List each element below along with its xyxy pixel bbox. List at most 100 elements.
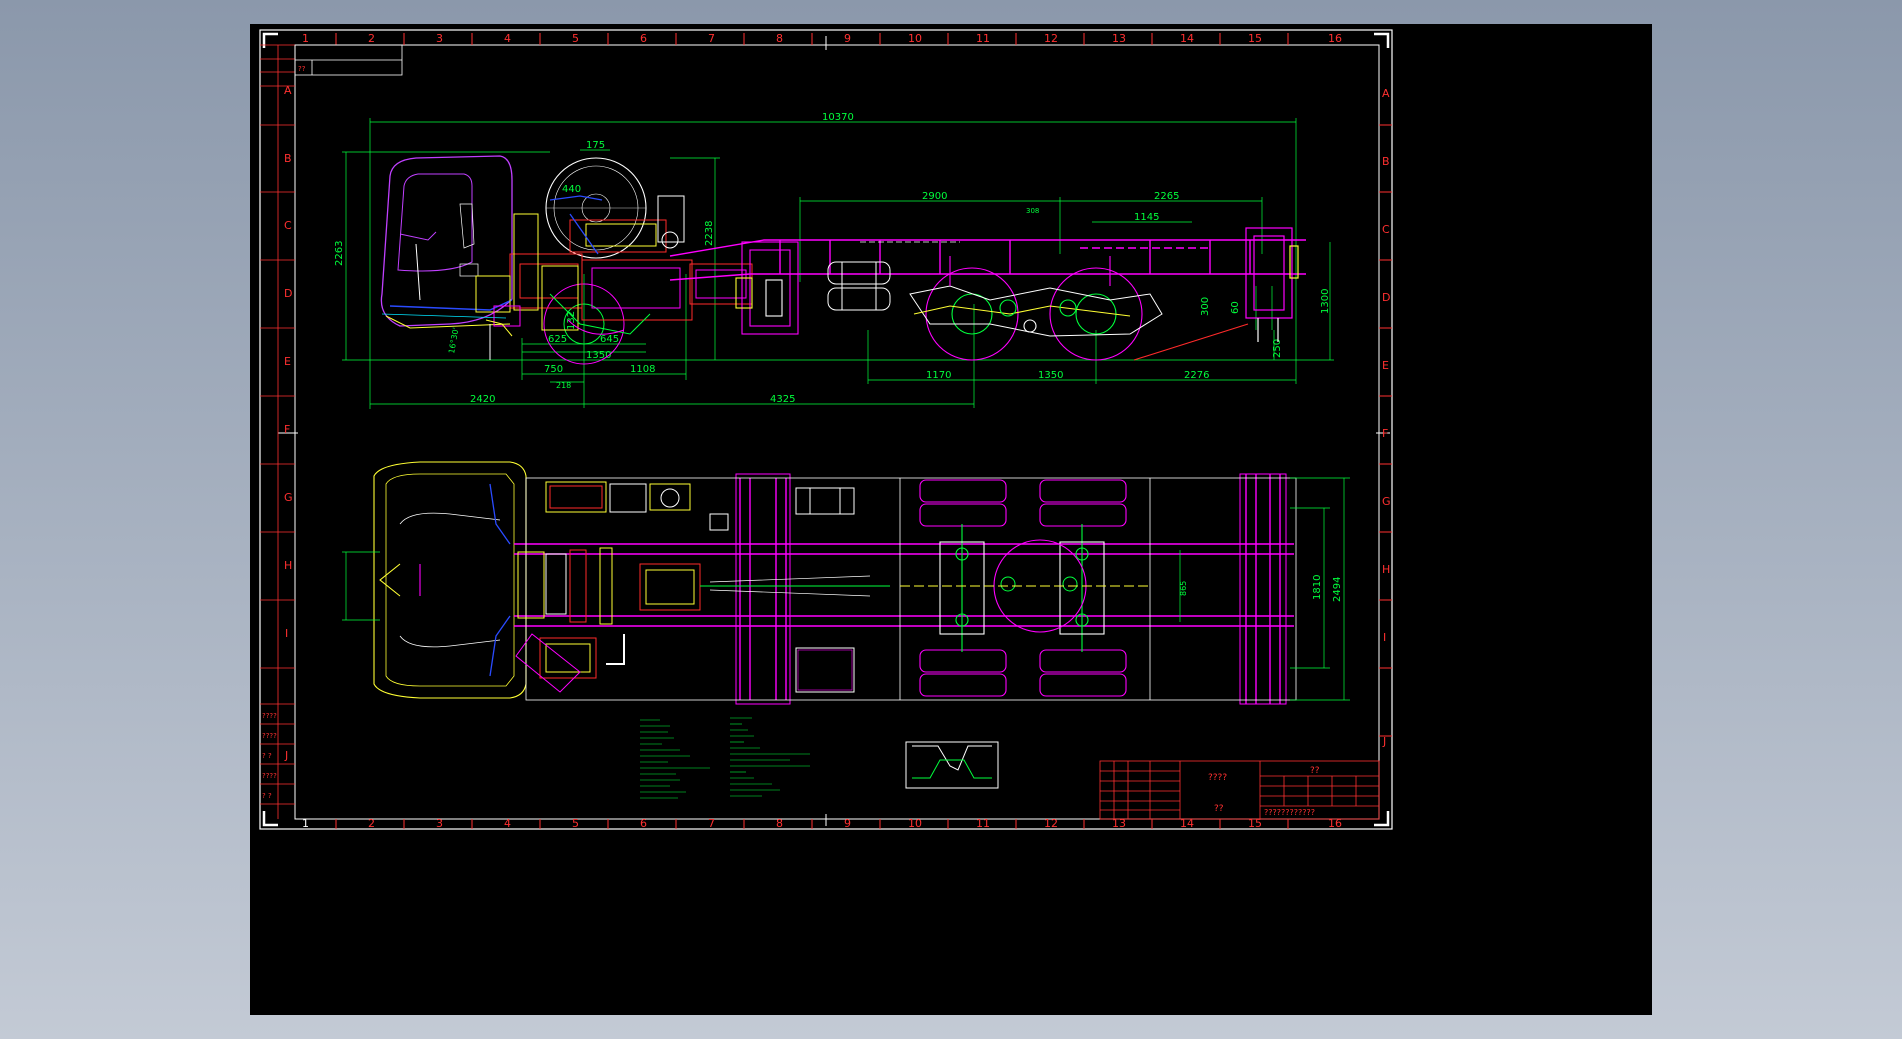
grid-col-label: 16 bbox=[1328, 32, 1342, 45]
grid-col-label: 3 bbox=[436, 32, 443, 45]
frame-hanger-side bbox=[735, 241, 799, 335]
plan-dimension-lines bbox=[342, 477, 1350, 701]
title-block-subtitle: ?? bbox=[1214, 804, 1224, 814]
grid-row-label: F bbox=[284, 423, 290, 436]
top-left-box-label: ?? bbox=[298, 65, 306, 73]
technical-notes-right bbox=[730, 717, 810, 797]
grid-col-label: 2 bbox=[368, 32, 375, 45]
grid-row-label: B bbox=[1382, 155, 1390, 168]
grid-row-label: E bbox=[284, 355, 291, 368]
dim-2265: 2265 bbox=[1154, 191, 1179, 202]
cab-plan bbox=[373, 461, 527, 699]
grid-row-label: H bbox=[284, 559, 292, 572]
dim-2420: 2420 bbox=[470, 394, 495, 405]
margin-label: ? ? bbox=[262, 792, 272, 800]
title-block-title: ???? bbox=[1208, 773, 1227, 783]
grid-col-label: 13 bbox=[1112, 32, 1126, 45]
grid-row-label: J bbox=[284, 749, 288, 762]
left-margin-labels: ???? ???? ? ? ???? ? ? bbox=[262, 712, 277, 800]
grid-row-label: I bbox=[1383, 631, 1386, 644]
grid-col-label: 2 bbox=[368, 817, 375, 830]
dim-1170: 1170 bbox=[926, 370, 951, 381]
dim-1145: 1145 bbox=[1134, 212, 1159, 223]
grid-col-label: 9 bbox=[844, 32, 851, 45]
grid-col-label: 6 bbox=[640, 817, 647, 830]
grid-col-label: 1 bbox=[302, 32, 309, 45]
grid-row-labels-left: A B C D E F G H I J bbox=[284, 84, 293, 762]
grid-col-label: 12 bbox=[1044, 32, 1058, 45]
plan-dimension-labels: 1810 2494 865 bbox=[1179, 575, 1343, 602]
side-dimension-lines bbox=[342, 118, 1334, 409]
grid-col-label: 15 bbox=[1248, 32, 1262, 45]
top-left-box: ?? bbox=[294, 44, 403, 76]
plan-components bbox=[515, 481, 1150, 693]
grid-row-label: H bbox=[1382, 563, 1390, 576]
grid-col-label: 6 bbox=[640, 32, 647, 45]
grid-row-label: D bbox=[284, 287, 292, 300]
grid-col-label: 3 bbox=[436, 817, 443, 830]
dim-132: 132 bbox=[566, 311, 577, 330]
grid-col-label: 8 bbox=[776, 817, 783, 830]
dim-overall-height: 2263 bbox=[334, 241, 345, 266]
grid-ticks bbox=[335, 33, 1392, 829]
dim-60: 60 bbox=[1230, 301, 1241, 314]
grid-col-label: 7 bbox=[708, 32, 715, 45]
dim-1300: 1300 bbox=[1320, 289, 1331, 314]
grid-row-label: A bbox=[284, 84, 292, 97]
grid-row-label: G bbox=[1382, 495, 1391, 508]
title-block-drawing-number: ???????????? bbox=[1264, 808, 1315, 817]
grid-col-label: 9 bbox=[844, 817, 851, 830]
dim-440: 440 bbox=[562, 184, 581, 195]
grid-row-label: E bbox=[1382, 359, 1389, 372]
grid-row-label: B bbox=[284, 152, 292, 165]
grid-row-label: D bbox=[1382, 291, 1390, 304]
grid-col-label: 14 bbox=[1180, 32, 1194, 45]
title-block-text: ???? ?? ?? ???????????? bbox=[1208, 766, 1320, 817]
grid-col-label: 10 bbox=[908, 817, 922, 830]
chassis-drawing: ???? ???? ? ? ???? ? ? ?? 1 2 3 4 5 6 7 … bbox=[259, 29, 1393, 830]
dim-1350-rear: 1350 bbox=[1038, 370, 1063, 381]
dim-4325: 4325 bbox=[770, 394, 795, 405]
grid-row-label: J bbox=[1382, 735, 1386, 748]
grid-col-label: 1 bbox=[302, 817, 309, 830]
dim-1108: 1108 bbox=[630, 364, 655, 375]
dim-645: 645 bbox=[600, 334, 619, 345]
rear-wheels-plan bbox=[919, 479, 1127, 697]
dim-750: 750 bbox=[544, 364, 563, 375]
grid-row-label: G bbox=[284, 491, 293, 504]
dim-308: 308 bbox=[1026, 207, 1039, 215]
rear-wheels-side bbox=[909, 256, 1249, 361]
grid-col-label: 8 bbox=[776, 32, 783, 45]
grid-col-label: 7 bbox=[708, 817, 715, 830]
grid-col-label: 5 bbox=[572, 817, 579, 830]
dim-1350-front: 1350 bbox=[586, 350, 611, 361]
grid-col-label: 4 bbox=[504, 32, 511, 45]
grid-col-label: 11 bbox=[976, 817, 990, 830]
drawing-frame bbox=[259, 29, 1393, 830]
frame-rails-plan bbox=[514, 473, 1294, 705]
dim-218: 218 bbox=[556, 381, 571, 390]
grid-col-label: 4 bbox=[504, 817, 511, 830]
cad-viewport[interactable]: ???? ???? ? ? ???? ? ? ?? 1 2 3 4 5 6 7 … bbox=[250, 24, 1652, 1015]
grid-row-labels-right: A B C D E F G H I J bbox=[1382, 87, 1391, 748]
dim-625: 625 bbox=[548, 334, 567, 345]
grid-col-label: 10 bbox=[908, 32, 922, 45]
plan-view: 1810 2494 865 bbox=[342, 461, 1350, 705]
cab-side bbox=[380, 155, 513, 329]
grid-col-label: 5 bbox=[572, 32, 579, 45]
margin-label: ? ? bbox=[262, 752, 272, 760]
dim-300: 300 bbox=[1200, 297, 1211, 316]
dim-overall-length: 10370 bbox=[822, 112, 854, 123]
dim-2276: 2276 bbox=[1184, 370, 1209, 381]
grid-row-label: C bbox=[284, 219, 292, 232]
grid-row-label: I bbox=[285, 627, 288, 640]
frame-rails-side bbox=[669, 239, 1306, 281]
dim-2900: 2900 bbox=[922, 191, 947, 202]
margin-label: ???? bbox=[262, 772, 277, 780]
margin-label: ???? bbox=[262, 732, 277, 740]
margin-label: ???? bbox=[262, 712, 277, 720]
grid-col-label: 12 bbox=[1044, 817, 1058, 830]
side-view: 10370 2263 175 440 2238 2900 2265 1145 3… bbox=[334, 112, 1334, 409]
dim-2494: 2494 bbox=[1332, 577, 1343, 602]
grid-row-label: F bbox=[1382, 427, 1388, 440]
